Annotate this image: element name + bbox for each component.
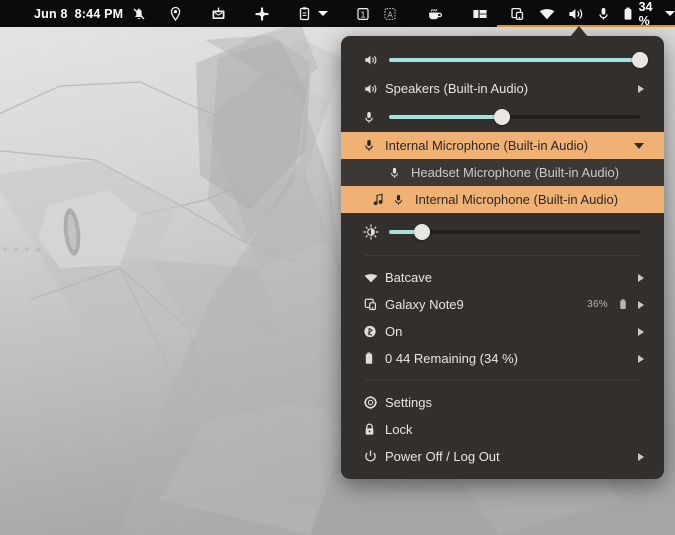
- microphone-slider-knob[interactable]: [493, 109, 510, 125]
- desktop-screen: Jun 8 8:44 PM 1 A 34 % Speakers (Built-i…: [0, 0, 675, 535]
- menu-item-label: Batcave: [385, 270, 432, 285]
- volume-slider-fill: [389, 58, 640, 62]
- brightness-slider-row[interactable]: [341, 217, 664, 247]
- bluetooth-icon: [363, 324, 385, 339]
- speaker-icon: [363, 82, 385, 96]
- location-icon[interactable]: [168, 0, 183, 27]
- menu-item-settings[interactable]: Settings: [341, 389, 664, 416]
- menu-divider-2: [365, 380, 640, 381]
- microphone-icon: [363, 110, 385, 125]
- submenu-arrow-icon[interactable]: [638, 84, 644, 93]
- wifi-icon: [363, 271, 385, 285]
- menu-item-network[interactable]: Batcave: [341, 264, 664, 291]
- screencast-icon[interactable]: [509, 0, 526, 27]
- volume-slider-row[interactable]: [341, 45, 664, 75]
- volume-slider-track[interactable]: [389, 52, 648, 68]
- input-option-label: Internal Microphone (Built-in Audio): [415, 192, 619, 207]
- brightness-slider-track[interactable]: [389, 224, 640, 240]
- submenu-arrow-icon[interactable]: [638, 327, 644, 336]
- system-menu-panel: Speakers (Built-in Audio) Internal Micro…: [341, 36, 664, 479]
- menu-item-bluetooth[interactable]: On: [341, 318, 664, 345]
- output-device-label: Speakers (Built-in Audio): [385, 81, 529, 96]
- menu-pointer-triangle: [570, 26, 588, 37]
- slack-icon[interactable]: [254, 0, 270, 27]
- top-bar: Jun 8 8:44 PM 1 A 34 %: [0, 0, 675, 28]
- volume-icon[interactable]: [567, 0, 585, 27]
- clipboard-icon[interactable]: [298, 0, 311, 27]
- clock-date: Jun 8: [34, 6, 68, 21]
- phone-battery-status: 36%: [587, 298, 628, 311]
- battery-icon: [363, 351, 385, 366]
- microphone-icon: [363, 138, 385, 153]
- battery-icon[interactable]: [622, 0, 634, 27]
- chevron-down-icon[interactable]: [317, 11, 328, 16]
- microphone-icon[interactable]: [597, 0, 610, 27]
- menu-item-label: Lock: [385, 422, 413, 437]
- microphone-slider-row[interactable]: [341, 102, 664, 132]
- submenu-arrow-icon[interactable]: [638, 354, 644, 363]
- menu-divider-1: [365, 255, 640, 256]
- battery-icon: [618, 298, 628, 311]
- coffee-icon[interactable]: [426, 0, 444, 27]
- input-device-row[interactable]: Internal Microphone (Built-in Audio): [341, 132, 664, 159]
- submenu-arrow-icon[interactable]: [638, 273, 644, 282]
- output-device-row[interactable]: Speakers (Built-in Audio): [341, 75, 664, 102]
- lock-icon: [363, 422, 385, 437]
- microphone-icon: [393, 193, 415, 207]
- expanded-arrow-icon[interactable]: [634, 142, 644, 149]
- menu-item-phone[interactable]: Galaxy Note9 36%: [341, 291, 664, 318]
- phone-link-icon: [363, 297, 385, 312]
- input-device-option-internal[interactable]: Internal Microphone (Built-in Audio): [341, 186, 664, 213]
- brightness-icon: [363, 224, 385, 240]
- svg-text:1: 1: [360, 9, 365, 19]
- wifi-icon[interactable]: [538, 0, 556, 27]
- microphone-icon: [389, 166, 411, 180]
- svg-text:A: A: [388, 10, 394, 19]
- menu-item-battery[interactable]: 0 44 Remaining (34 %): [341, 345, 664, 372]
- menu-item-label: On: [385, 324, 403, 339]
- input-device-label: Internal Microphone (Built-in Audio): [385, 138, 589, 153]
- system-menu-chevron-icon[interactable]: [665, 11, 675, 16]
- clock-time: 8:44 PM: [74, 6, 124, 21]
- clock-area[interactable]: Jun 8 8:44 PM: [0, 7, 123, 21]
- brightness-slider-knob[interactable]: [413, 224, 430, 240]
- submenu-arrow-icon[interactable]: [638, 300, 644, 309]
- menu-item-lock[interactable]: Lock: [341, 416, 664, 443]
- power-icon: [363, 449, 385, 464]
- menu-item-label: 0 44 Remaining (34 %): [385, 351, 518, 366]
- menu-item-label: Settings: [385, 395, 432, 410]
- menu-item-power[interactable]: Power Off / Log Out: [341, 443, 664, 470]
- menu-item-label: Galaxy Note9: [385, 297, 464, 312]
- battery-percent-label: 34 %: [638, 0, 653, 28]
- input-option-label: Headset Microphone (Built-in Audio): [411, 165, 620, 180]
- input-device-option-headset[interactable]: Headset Microphone (Built-in Audio): [341, 159, 664, 186]
- phone-battery-percent: 36%: [587, 299, 608, 310]
- layout-icon[interactable]: [471, 0, 489, 27]
- volume-slider-knob[interactable]: [632, 52, 648, 68]
- gear-icon: [363, 395, 385, 410]
- music-note-icon: [373, 193, 393, 206]
- keyboard-layout-icon[interactable]: A: [382, 0, 398, 27]
- submenu-arrow-icon[interactable]: [638, 452, 644, 461]
- mailbox-icon[interactable]: [210, 0, 227, 27]
- notifications-muted-icon[interactable]: [131, 0, 147, 27]
- microphone-slider-track[interactable]: [389, 109, 640, 125]
- microphone-slider-fill: [389, 115, 502, 119]
- speaker-icon: [363, 53, 385, 67]
- menu-item-label: Power Off / Log Out: [385, 449, 500, 464]
- workspace-1-icon[interactable]: 1: [355, 0, 371, 27]
